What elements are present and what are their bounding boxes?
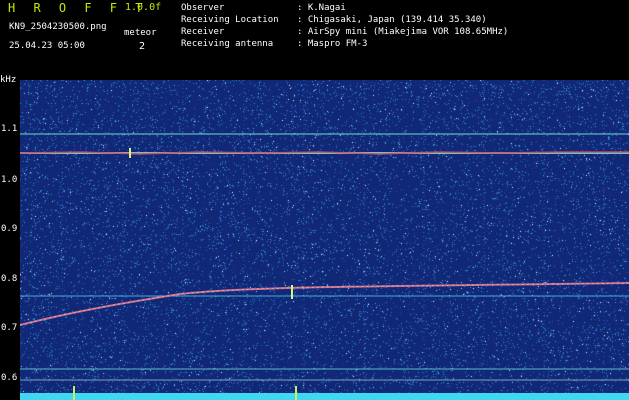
observer-value: : K.Nagai — [297, 3, 346, 13]
y-tick: 0.8 — [1, 274, 18, 284]
y-axis-unit: kHz — [0, 75, 17, 85]
location-value: : Chigasaki, Japan (139.414 35.340) — [297, 15, 487, 25]
observer-key: Observer — [181, 3, 225, 13]
waterfall-spectrogram — [20, 80, 629, 400]
header-panel: H R O F F T 1.0.0f KN9_2504230500.png me… — [0, 0, 629, 76]
spectrogram-overlay — [20, 80, 629, 400]
location-key: Receiving Location — [181, 15, 279, 25]
drift-trace — [20, 282, 629, 326]
y-tick: 1.0 — [1, 175, 18, 185]
y-tick: 0.6 — [1, 373, 18, 383]
y-tick: 1.1 — [1, 124, 18, 134]
y-tick: 0.7 — [1, 323, 18, 333]
y-tick: 0.9 — [1, 224, 18, 234]
antenna-key: Receiving antenna — [181, 39, 274, 49]
receiver-value: : AirSpy mini (Miakejima VOR 108.65MHz) — [297, 27, 509, 37]
app-version: 1.0.0f — [125, 2, 162, 13]
receiver-key: Receiver — [181, 27, 225, 37]
antenna-value: : Maspro FM-3 — [297, 39, 368, 49]
bottom-band — [20, 393, 629, 400]
drift-trace-highlight — [20, 282, 629, 326]
meteor-label: meteor — [124, 28, 157, 38]
meteor-count: 2 — [139, 41, 146, 52]
date-time: 25.04.23 05:00 — [9, 41, 85, 51]
file-name: KN9_2504230500.png — [9, 22, 107, 32]
